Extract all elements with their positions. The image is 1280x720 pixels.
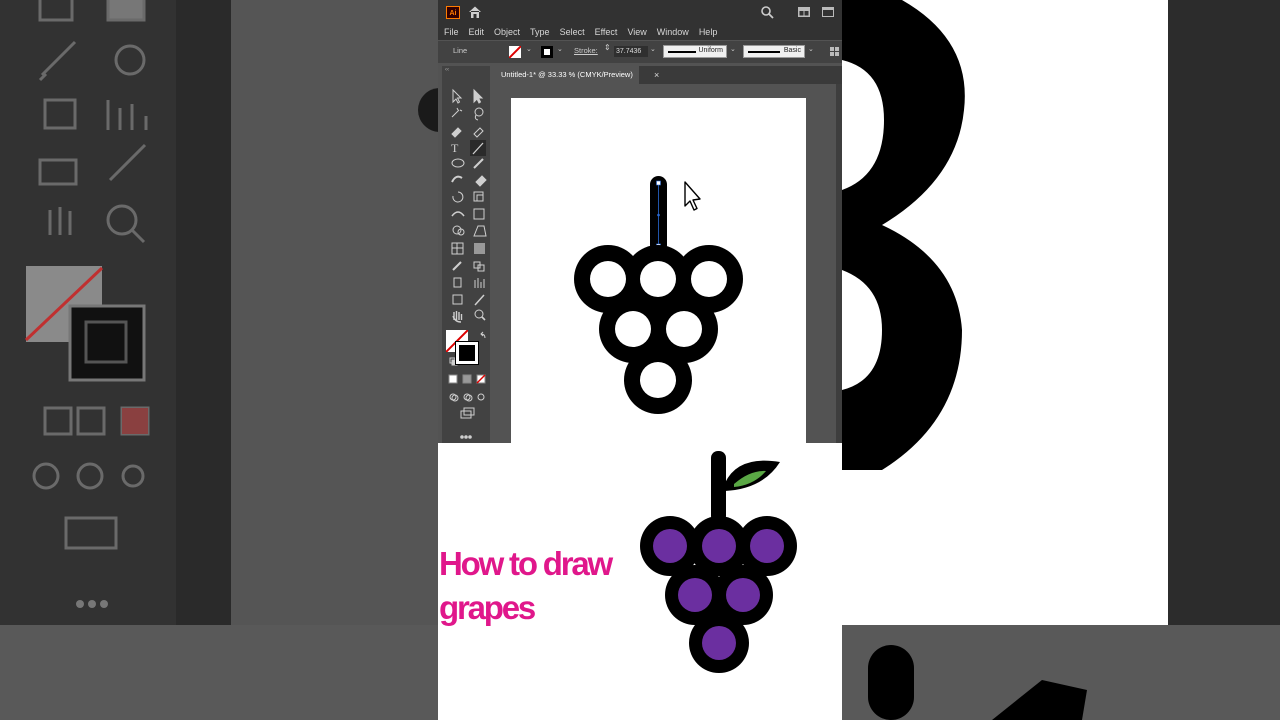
menu-edit[interactable]: Edit [469,24,485,40]
brush-definition[interactable]: Basic [743,45,805,58]
blurred-toolbar-icons [24,0,438,608]
tools-panel: ‹‹ T [442,66,490,443]
stroke-color-box[interactable] [455,341,479,365]
menu-help[interactable]: Help [699,24,718,40]
background-left-blur [0,0,438,720]
cursor-icon [684,181,701,211]
control-bar: Line ⌄ ⌄ Stroke: ⇕ 37.7436 ⌄ Uniform ⌄ B… [438,41,842,63]
menu-bar: File Edit Object Type Select Effect View… [438,24,842,40]
menu-window[interactable]: Window [657,24,689,40]
promo-panel: How to draw grapes [438,443,842,720]
vertical-scrollbar[interactable] [836,84,842,443]
panel-icon[interactable] [822,7,834,17]
menu-file[interactable]: File [444,24,459,40]
home-icon[interactable] [468,5,482,19]
menu-view[interactable]: View [627,24,646,40]
stroke-weight-field[interactable]: 37.7436 [614,46,648,57]
stroke-swatch[interactable] [541,46,553,58]
chevron-down-icon[interactable]: ⌄ [526,46,532,53]
main-frame: Ai File Edit Object Type Select Effect V… [438,0,842,720]
illustrator-window: Ai File Edit Object Type Select Effect V… [438,0,842,443]
svg-text:T: T [451,141,459,155]
chevron-down-icon[interactable]: ⌄ [650,46,656,53]
menu-object[interactable]: Object [494,24,520,40]
grapes-colored-artwork [640,451,797,673]
document-tab[interactable]: Untitled-1* @ 33.33 % (CMYK/Preview) [495,66,639,84]
menu-type[interactable]: Type [530,24,550,40]
chevron-down-icon[interactable]: ⌄ [557,46,563,53]
stepper-icon[interactable]: ⇕ [604,44,611,52]
tool-icons[interactable]: T [442,66,490,443]
menu-effect[interactable]: Effect [595,24,618,40]
canvas[interactable] [495,84,835,443]
tool-label: Line [453,46,468,55]
close-icon[interactable]: × [654,66,659,84]
document-tab-bar: Untitled-1* @ 33.33 % (CMYK/Preview) × [495,66,842,84]
search-icon[interactable] [760,5,774,19]
chevron-down-icon[interactable]: ⌄ [808,46,814,53]
stroke-label[interactable]: Stroke: [574,46,598,55]
variable-width-profile[interactable]: Uniform [663,45,727,58]
arrange-icon[interactable] [798,7,810,17]
fill-swatch[interactable] [509,46,521,58]
grid-icon[interactable] [830,47,839,56]
grapes-outline-artwork[interactable] [511,98,806,443]
app-bar: Ai [438,0,842,24]
chevron-down-icon[interactable]: ⌄ [730,46,736,53]
menu-select[interactable]: Select [560,24,585,40]
artboard[interactable] [511,98,806,443]
background-right-blur [842,0,1280,720]
app-logo: Ai [446,6,460,19]
